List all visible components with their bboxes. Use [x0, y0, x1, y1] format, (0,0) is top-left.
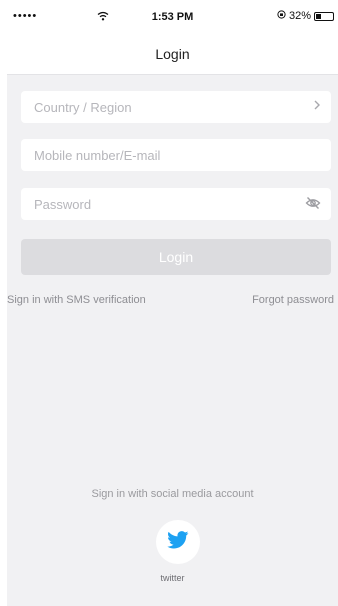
- twitter-bird-icon: [167, 530, 189, 554]
- battery-indicator: 32%: [277, 10, 334, 22]
- nav-bar: Login: [7, 32, 338, 75]
- chevron-right-icon: [313, 98, 321, 114]
- page-title: Login: [155, 46, 190, 62]
- social-login-heading: Sign in with social media account: [91, 488, 254, 500]
- sms-login-link[interactable]: Sign in with SMS verification: [7, 294, 146, 306]
- password-input[interactable]: Password: [21, 188, 331, 220]
- country-region-label: Country / Region: [34, 100, 132, 115]
- account-placeholder: Mobile number/E-mail: [34, 148, 161, 163]
- password-placeholder: Password: [34, 197, 92, 212]
- twitter-login-button[interactable]: [156, 520, 200, 564]
- login-screen: ••••• 1:53 PM 32% Login Country / Region…: [7, 6, 338, 606]
- country-region-selector[interactable]: Country / Region: [21, 91, 331, 123]
- twitter-label: twitter: [160, 573, 185, 583]
- battery-percent: 32%: [288, 10, 311, 22]
- login-button[interactable]: Login: [21, 239, 331, 275]
- battery-fill: [316, 13, 321, 19]
- account-input[interactable]: Mobile number/E-mail: [21, 139, 331, 171]
- eye-slash-icon[interactable]: [305, 196, 321, 215]
- orientation-lock-icon: [277, 10, 286, 22]
- forgot-password-link[interactable]: Forgot password: [252, 294, 334, 306]
- status-bar: ••••• 1:53 PM 32%: [7, 6, 338, 32]
- battery-icon: [314, 11, 334, 21]
